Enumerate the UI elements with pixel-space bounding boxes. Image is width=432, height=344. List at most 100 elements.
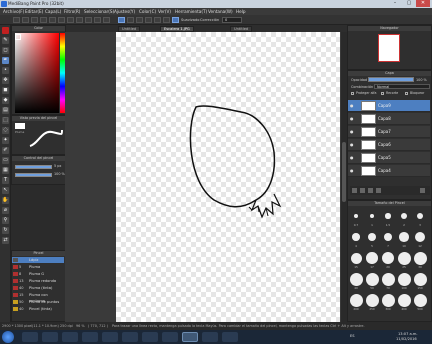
brush-opacity-slider[interactable] [15, 173, 52, 177]
brush-size-option[interactable] [413, 293, 427, 307]
shape-mode-button[interactable] [154, 17, 161, 23]
tool-option-9[interactable] [85, 17, 92, 23]
navigator-preview[interactable] [378, 34, 400, 62]
brush-size-option[interactable] [413, 251, 427, 265]
brush-size-option[interactable] [385, 213, 391, 219]
brush-list-item[interactable]: 40 Pincel (tinta) [12, 306, 64, 312]
layer-row[interactable]: ● Capa4 [348, 165, 430, 177]
select-rect-icon[interactable]: ⬚ [2, 117, 9, 124]
start-button-icon[interactable] [2, 331, 14, 343]
pen-mode-button[interactable] [118, 17, 125, 23]
dot-icon[interactable]: • [2, 67, 9, 74]
brush-list-item[interactable]: 40 Pluma (tinta) [12, 285, 64, 291]
maximize-button[interactable]: ▢ [402, 0, 416, 7]
zoom-icon[interactable]: ⚲ [2, 217, 9, 224]
taskbar-ie-icon[interactable] [22, 332, 38, 342]
drawing-canvas[interactable] [116, 32, 340, 322]
lock-checkbox[interactable] [405, 92, 408, 95]
language-indicator[interactable]: ES [350, 334, 355, 338]
brush-size-option[interactable] [381, 272, 395, 286]
select-pen-icon[interactable]: ✐ [2, 147, 9, 154]
rotate-icon[interactable]: ↻ [2, 227, 9, 234]
clock-time[interactable]: 13:07 a.m. [398, 332, 418, 336]
menu-color[interactable]: Color(C) [139, 9, 156, 14]
tool-option-10[interactable] [94, 17, 101, 23]
brush-size-option[interactable] [399, 232, 409, 242]
foreground-color-icon[interactable] [2, 27, 9, 34]
clip-checkbox[interactable] [381, 92, 384, 95]
layer-row[interactable]: ● Capa7 [348, 126, 430, 138]
brush-size-option[interactable] [414, 231, 426, 243]
menu-edit[interactable]: Editar(E) [25, 9, 43, 14]
brush-list-item[interactable]: Lápiz [12, 257, 64, 263]
divide-icon[interactable]: ▦ [2, 167, 9, 174]
visibility-eye-icon[interactable]: ● [350, 103, 355, 108]
brush-size-option[interactable] [349, 293, 363, 307]
brush-size-option[interactable] [413, 272, 427, 286]
polyline-mode-button[interactable] [145, 17, 152, 23]
taskbar-media-icon[interactable] [62, 332, 78, 342]
protect-alpha-checkbox[interactable] [351, 92, 354, 95]
line-mode-button[interactable] [127, 17, 134, 23]
brush-size-option[interactable] [366, 252, 378, 264]
delete-layer-icon[interactable] [420, 188, 425, 193]
layer-opacity-slider[interactable] [368, 77, 414, 82]
close-button[interactable]: ✕ [416, 0, 430, 7]
operation-icon[interactable]: ↖ [2, 187, 9, 194]
taskbar-medibang-icon[interactable] [182, 332, 198, 342]
add-folder-icon[interactable] [360, 188, 365, 193]
menu-adjust[interactable]: Ajustes(Y) [114, 9, 135, 14]
eyedropper-icon[interactable]: ⌀ [2, 207, 9, 214]
add-layer-icon[interactable] [352, 188, 357, 193]
brush-list-item[interactable]: 13 Pluma redonda [12, 278, 64, 284]
taskbar-app7-icon[interactable] [142, 332, 158, 342]
pen-icon[interactable]: ✒ [2, 57, 9, 64]
taskbar-app11-icon[interactable] [222, 332, 238, 342]
brush-size-option[interactable] [354, 214, 358, 218]
brush-size-option[interactable] [416, 212, 424, 220]
taskbar-app8-icon[interactable] [162, 332, 178, 342]
curve-mode-button[interactable] [136, 17, 143, 23]
magic-wand-icon[interactable]: ✦ [2, 137, 9, 144]
menu-file[interactable]: Archivo(F) [3, 9, 24, 14]
menu-select[interactable]: Seleccionar(S) [84, 9, 114, 14]
fg-color-swatch[interactable] [15, 34, 21, 40]
menu-view[interactable]: Ver(V) [158, 9, 171, 14]
scroll-thumb[interactable] [342, 142, 346, 202]
smoothing-toggle[interactable] [172, 17, 179, 23]
taskbar-app5-icon[interactable] [102, 332, 118, 342]
gradient-icon[interactable]: ▤ [2, 107, 9, 114]
tool-option-2[interactable] [22, 17, 29, 23]
brush-size-option[interactable] [352, 233, 360, 241]
brush-list-item[interactable]: 8 Pluma G [12, 271, 64, 277]
brush-size-option[interactable] [365, 293, 379, 307]
brush-size-option[interactable] [350, 252, 362, 264]
eraser-icon[interactable]: ◻ [2, 47, 9, 54]
layer-row[interactable]: ● Capa8 [348, 113, 430, 125]
saturation-picker[interactable] [15, 33, 59, 113]
visibility-eye-icon[interactable]: ● [350, 142, 355, 147]
text-icon[interactable]: T [2, 177, 9, 184]
tool-option-5[interactable] [49, 17, 56, 23]
brush-size-option[interactable] [381, 251, 395, 265]
fill-icon[interactable]: ◼ [2, 87, 9, 94]
visibility-eye-icon[interactable]: ● [350, 129, 355, 134]
brush-size-option[interactable] [369, 213, 375, 219]
brush-list-item[interactable]: 15 Pluma con contorno [12, 292, 64, 303]
brush-icon[interactable]: ✎ [2, 37, 9, 44]
brush-size-option[interactable] [365, 272, 379, 286]
brush-size-option[interactable] [397, 293, 411, 307]
tool-option-6[interactable] [58, 17, 65, 23]
tool-option-7[interactable] [67, 17, 74, 23]
taskbar-chrome-icon[interactable] [82, 332, 98, 342]
visibility-eye-icon[interactable]: ● [350, 168, 355, 173]
brush-list-item[interactable]: 5 Pluma [12, 264, 64, 270]
brush-size-option[interactable] [383, 232, 393, 242]
menu-window[interactable]: Ventana(W) [208, 9, 233, 14]
visibility-eye-icon[interactable]: ● [350, 155, 355, 160]
brush-list-item[interactable]: 50 Pluma de puntos [12, 299, 64, 305]
taskbar-app6-icon[interactable] [122, 332, 138, 342]
tool-option-8[interactable] [76, 17, 83, 23]
clock-date[interactable]: 11/02/2016 [396, 337, 417, 341]
bucket-icon[interactable]: ◆ [2, 97, 9, 104]
